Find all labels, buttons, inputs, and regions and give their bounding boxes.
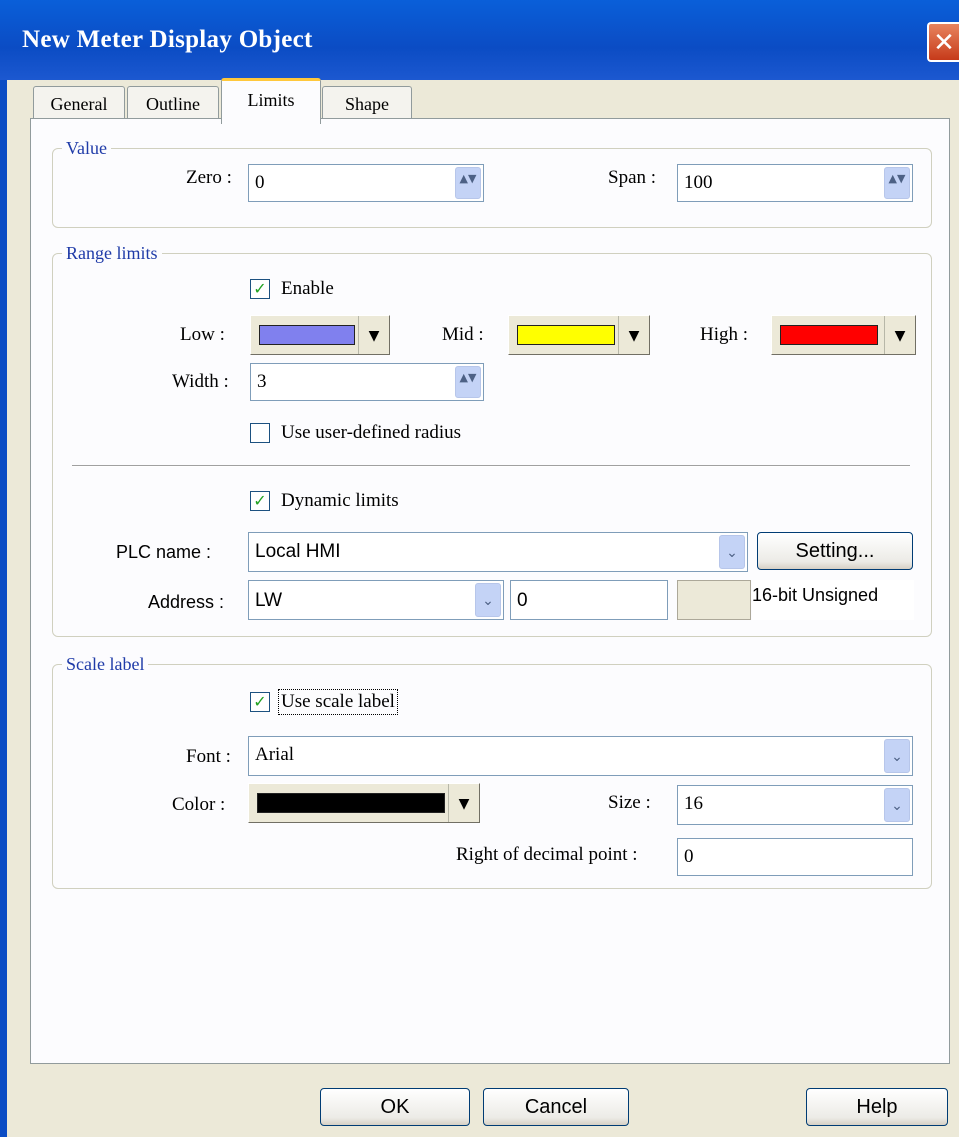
dynamic-limits-label: Dynamic limits [281,490,399,511]
plc-name-combobox[interactable]: Local HMI ⌄ [248,532,748,572]
scale-color-swatch [257,793,445,813]
width-label: Width : [172,371,229,392]
low-color-picker[interactable]: ▼ [250,315,390,355]
high-color-picker[interactable]: ▼ [771,315,916,355]
width-value: 3 [257,371,267,392]
use-scale-label-label: Use scale label [278,689,398,715]
low-color-swatch [259,325,355,345]
ok-button[interactable]: OK [320,1088,470,1126]
address-device-value: LW [255,590,283,611]
decimal-input[interactable]: 0 [677,838,913,876]
address-type-label: 16-bit Unsigned [752,580,914,620]
window-frame-left [0,80,7,1137]
color-label: Color : [172,794,226,815]
zero-label: Zero : [186,167,232,188]
tab-general[interactable]: General [33,86,125,120]
span-label: Span : [608,167,657,188]
address-device-combobox[interactable]: LW ⌄ [248,580,504,620]
separator [72,465,910,467]
dynamic-limits-checkbox[interactable]: ✓ [250,491,270,511]
address-extra-field [677,580,751,620]
chevron-down-icon: ▼ [448,784,479,822]
address-number-input[interactable]: 0 [510,580,668,620]
high-color-swatch [780,325,878,345]
font-label: Font : [186,746,231,767]
chevron-down-icon: ⌄ [719,535,745,569]
plc-name-value: Local HMI [255,541,341,562]
mid-color-swatch [517,325,615,345]
decimal-label: Right of decimal point : [456,844,638,865]
chevron-down-icon: ▼ [884,316,915,354]
font-combobox[interactable]: Arial ⌄ [248,736,913,776]
span-spin-icon[interactable]: ▲▼ [884,167,910,199]
value-group-legend: Value [62,137,111,159]
tab-outline[interactable]: Outline [127,86,219,120]
size-value: 16 [684,793,703,814]
mid-color-picker[interactable]: ▼ [508,315,650,355]
range-limits-legend: Range limits [62,242,162,264]
enable-checkbox[interactable]: ✓ [250,279,270,299]
setting-button[interactable]: Setting... [757,532,913,570]
zero-value: 0 [255,172,265,193]
use-scale-label-checkbox[interactable]: ✓ [250,692,270,712]
width-spin-icon[interactable]: ▲▼ [455,366,481,398]
scale-label-legend: Scale label [62,653,149,675]
chevron-down-icon: ▼ [618,316,649,354]
enable-label: Enable [281,278,334,299]
window-title: New Meter Display Object [22,26,313,53]
chevron-down-icon: ▼ [358,316,389,354]
span-spinbox[interactable]: 100 ▲▼ [677,164,913,202]
chevron-down-icon: ⌄ [884,739,910,773]
plc-name-label: PLC name : [116,542,212,562]
low-label: Low : [180,324,225,345]
tab-limits[interactable]: Limits [221,78,321,124]
size-combobox[interactable]: 16 ⌄ [677,785,913,825]
chevron-down-icon: ⌄ [884,788,910,822]
close-icon: ✕ [933,28,955,58]
scale-color-picker[interactable]: ▼ [248,783,480,823]
close-button[interactable]: ✕ [927,22,959,62]
chevron-down-icon: ⌄ [475,583,501,617]
cancel-button[interactable]: Cancel [483,1088,629,1126]
mid-label: Mid : [442,324,484,345]
user-radius-label: Use user-defined radius [281,422,462,443]
zero-spin-icon[interactable]: ▲▼ [455,167,481,199]
high-label: High : [700,324,749,345]
span-value: 100 [684,172,713,193]
font-value: Arial [255,744,295,765]
tab-shape[interactable]: Shape [322,86,412,120]
width-spinbox[interactable]: 3 ▲▼ [250,363,484,401]
help-button[interactable]: Help [806,1088,948,1126]
user-radius-checkbox[interactable] [250,423,270,443]
size-label: Size : [608,792,651,813]
address-label: Address : [148,592,225,612]
zero-spinbox[interactable]: 0 ▲▼ [248,164,484,202]
